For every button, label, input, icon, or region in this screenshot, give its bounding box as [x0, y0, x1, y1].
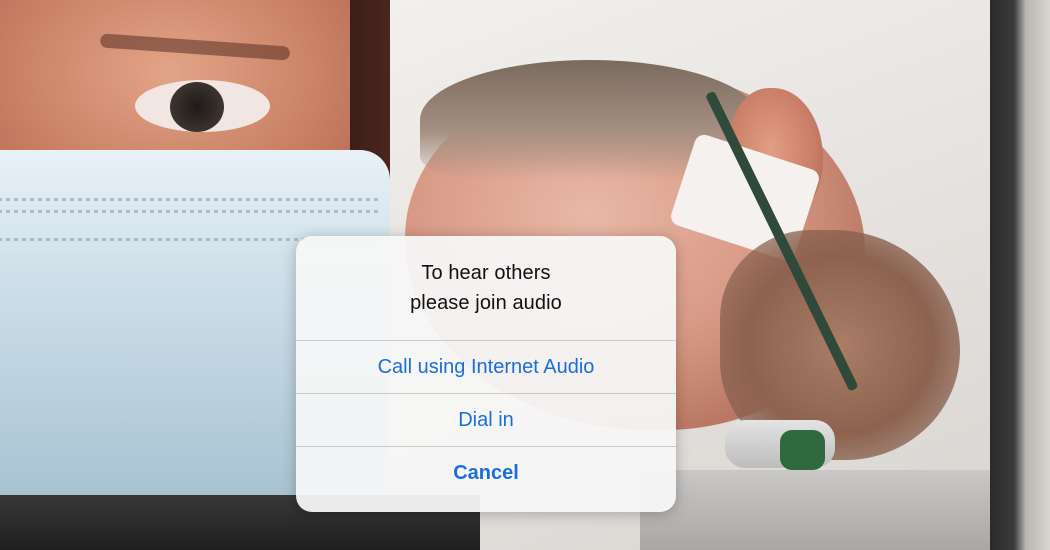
mask-pleat	[0, 210, 380, 213]
oxygen-tube-connector	[780, 430, 825, 470]
self-view-iris	[170, 82, 224, 132]
hospital-gown	[640, 470, 990, 550]
join-audio-dialog: To hear others please join audio Call us…	[296, 236, 676, 512]
dial-in-button[interactable]: Dial in	[296, 394, 676, 447]
dialog-title-line-1: To hear others	[421, 262, 551, 284]
dialog-title-line-2: please join audio	[410, 292, 562, 314]
dialog-header: To hear others please join audio	[296, 236, 676, 341]
device-frame-edge	[990, 0, 1050, 550]
cancel-button[interactable]: Cancel	[296, 447, 676, 499]
call-internet-audio-button[interactable]: Call using Internet Audio	[296, 341, 676, 394]
mask-pleat	[0, 198, 380, 201]
